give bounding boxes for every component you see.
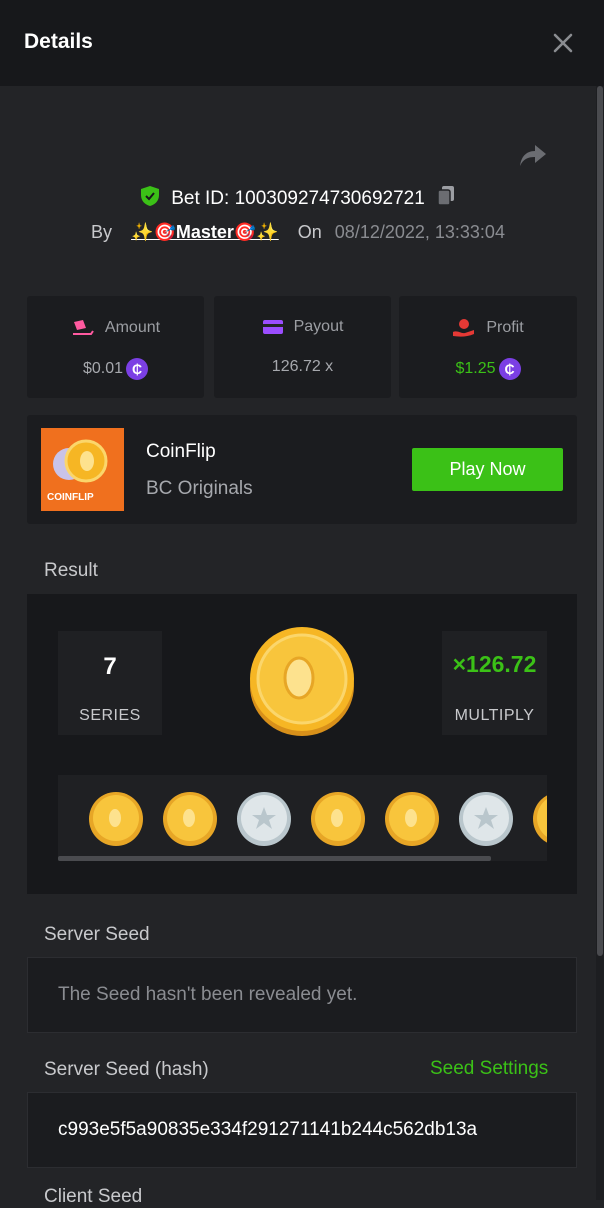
share-icon[interactable] — [518, 142, 548, 170]
scrollbar-thumb[interactable] — [597, 86, 603, 956]
server-seed-hash-label: Server Seed (hash) — [44, 1059, 209, 1080]
series-value: 7 — [103, 653, 117, 680]
header-bar: Details — [0, 0, 604, 86]
bet-date: 08/12/2022, 13:33:04 — [334, 222, 505, 242]
multiply-value: ×126.72 — [452, 651, 537, 677]
profit-value: $1.25 — [455, 360, 496, 378]
result-label: Result — [44, 560, 98, 581]
server-seed-label: Server Seed — [44, 924, 150, 945]
game-name[interactable]: CoinFlip — [146, 441, 216, 463]
server-seed-field[interactable]: The Seed hasn't been revealed yet. — [27, 957, 577, 1033]
result-coin-icon — [249, 626, 355, 736]
profit-label: Profit — [486, 319, 524, 337]
gold-coin-icon — [163, 792, 217, 846]
gold-coin-icon — [311, 792, 365, 846]
copy-icon[interactable] — [436, 185, 456, 213]
amount-card: Amount $0.01 ₵ — [27, 296, 204, 398]
coinflip-thumbnail[interactable]: COINFLIP — [41, 428, 124, 511]
server-seed-hash-field[interactable]: c993e5f5a90835e334f291271141b244c562db13… — [27, 1092, 577, 1168]
silver-coin-icon — [237, 792, 291, 846]
series-box: 7 SERIES — [58, 631, 162, 735]
on-label: On — [297, 222, 322, 242]
multiply-box: ×126.72 MULTIPLY — [442, 631, 547, 735]
play-now-button[interactable]: Play Now — [412, 448, 563, 491]
payout-card: Payout 126.72 x — [214, 296, 391, 398]
currency-coin-icon: ₵ — [498, 358, 521, 380]
result-panel: 7 SERIES ×126.72 MULTIPLY — [27, 594, 577, 894]
coin-series-strip[interactable] — [58, 775, 547, 861]
close-icon[interactable] — [548, 28, 578, 58]
amount-value: $0.01 — [82, 360, 124, 378]
server-seed-value: The Seed hasn't been revealed yet. — [58, 984, 358, 1005]
server-seed-hash-value: c993e5f5a90835e334f291271141b244c562db13… — [58, 1119, 478, 1140]
bet-id-row: Bet ID: 100309274730692721 — [0, 185, 596, 213]
page-title: Details — [24, 30, 93, 53]
seed-settings-link[interactable]: Seed Settings — [430, 1058, 548, 1080]
silver-coin-icon — [459, 792, 513, 846]
payout-label: Payout — [293, 318, 344, 336]
bet-id: Bet ID: 100309274730692721 — [171, 188, 425, 209]
by-label: By — [91, 222, 113, 242]
payout-value: 126.72 x — [271, 358, 334, 375]
gold-coin-icon — [533, 795, 547, 843]
client-seed-label: Client Seed — [44, 1186, 143, 1207]
user-link[interactable]: ✨🎯Master🎯✨ — [131, 222, 279, 242]
profit-card: Profit $1.25 ₵ — [399, 296, 577, 398]
profit-icon — [453, 319, 475, 337]
game-provider: BC Originals — [146, 478, 253, 499]
thumbnail-text: COINFLIP — [47, 492, 94, 503]
game-card: COINFLIP CoinFlip BC Originals Play Now — [27, 415, 577, 524]
gold-coin-icon — [89, 792, 143, 846]
bet-byline: By ✨🎯Master🎯✨ On 08/12/2022, 13:33:04 — [0, 222, 596, 243]
series-label: SERIES — [79, 707, 141, 724]
amount-label: Amount — [104, 319, 161, 337]
payout-icon — [262, 320, 283, 334]
verified-shield-icon — [140, 185, 160, 213]
multiply-label: MULTIPLY — [454, 707, 535, 724]
amount-icon — [72, 320, 94, 335]
gold-coin-icon — [385, 792, 439, 846]
currency-coin-icon: ₵ — [126, 358, 149, 380]
strip-scrollbar[interactable] — [58, 856, 491, 861]
